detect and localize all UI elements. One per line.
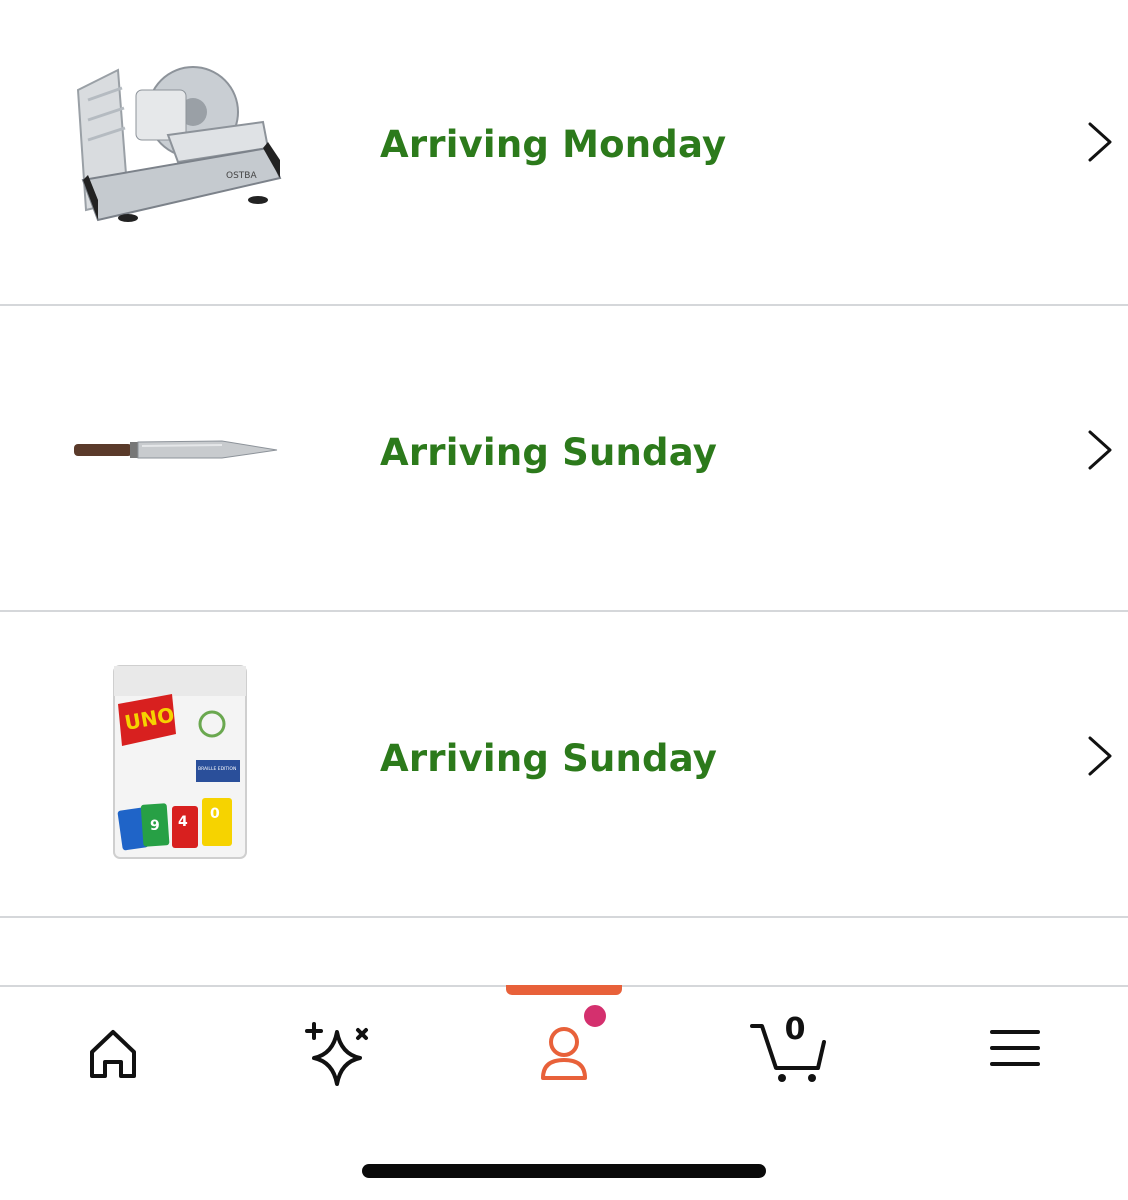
uno-edition-text: BRAILLE EDITION: [198, 766, 236, 772]
order-row[interactable]: Arriving Sunday: [0, 306, 1128, 612]
tab-home[interactable]: [68, 1012, 158, 1092]
chef-knife-image: [72, 386, 282, 476]
meat-slicer-image: OSTBA: [58, 50, 298, 250]
delivery-status: Arriving Sunday: [380, 431, 718, 474]
svg-text:4: 4: [178, 814, 188, 830]
svg-text:0: 0: [210, 806, 220, 822]
svg-text:9: 9: [150, 818, 160, 834]
chevron-right-icon[interactable]: [1082, 734, 1116, 778]
home-icon: [90, 1030, 136, 1078]
hamburger-icon: [990, 1030, 1040, 1066]
active-tab-indicator: [506, 985, 622, 995]
delivery-status: Arriving Sunday: [380, 737, 718, 780]
cart-count: 0: [784, 1012, 806, 1047]
order-row[interactable]: OSTBA Arriving Monday: [0, 0, 1128, 306]
sparkle-icon: [305, 1022, 368, 1086]
tab-menu[interactable]: [970, 1012, 1060, 1092]
delivery-status: Arriving Monday: [380, 123, 727, 166]
tab-rufus[interactable]: [292, 1012, 382, 1092]
notification-dot: [582, 1003, 608, 1029]
chevron-right-icon[interactable]: [1082, 428, 1116, 472]
slicer-brand-label: OSTBA: [226, 171, 257, 181]
uno-cards-image: UNO BRAILLE EDITION 9 4 0: [112, 664, 252, 864]
home-indicator[interactable]: [362, 1164, 766, 1178]
chevron-right-icon[interactable]: [1082, 120, 1116, 164]
order-row[interactable]: UNO BRAILLE EDITION 9 4 0 Arriving Sunda…: [0, 612, 1128, 918]
